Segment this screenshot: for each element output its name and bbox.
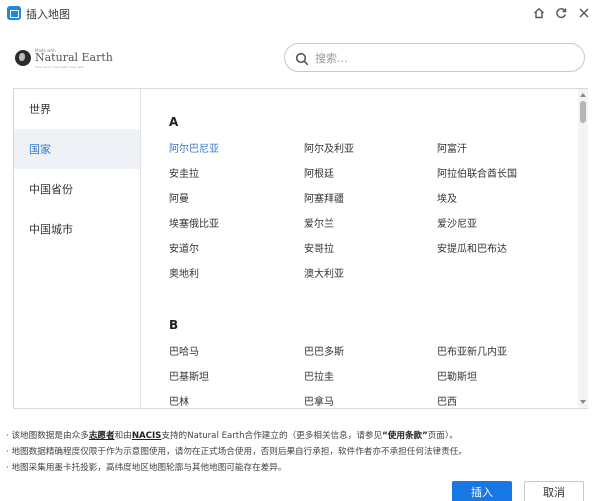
- scroll-up-arrow-icon[interactable]: [579, 91, 587, 99]
- country-item[interactable]: 安道尔: [169, 240, 199, 255]
- terms-of-use-link[interactable]: “使用条款”: [382, 431, 428, 441]
- globe-icon: [15, 50, 31, 66]
- note-text: · 该地图数据是由众多: [6, 431, 89, 441]
- app-icon: [7, 6, 21, 20]
- sidebar-item-china-cities[interactable]: 中国城市: [14, 209, 140, 249]
- search-box[interactable]: [284, 43, 585, 72]
- scroll-down-arrow-icon[interactable]: [579, 398, 587, 406]
- country-item[interactable]: 安提瓜和巴布达: [437, 240, 507, 255]
- country-item[interactable]: 巴巴多斯: [304, 343, 344, 358]
- note-text: 和由: [114, 431, 132, 441]
- refresh-icon[interactable]: [553, 5, 569, 21]
- category-sidebar: 世界 国家 中国省份 中国城市: [14, 89, 141, 408]
- close-icon[interactable]: [576, 5, 592, 21]
- sidebar-item-label: 国家: [29, 143, 51, 156]
- title-bar: 插入地图: [0, 0, 600, 26]
- note-line-3: · 地图采集用墨卡托投影，高纬度地区地图轮廓与其他地图可能存在差异。: [6, 463, 287, 473]
- volunteers-link[interactable]: 志愿者: [89, 431, 115, 441]
- country-item[interactable]: 安圭拉: [169, 165, 199, 180]
- country-item[interactable]: 巴哈马: [169, 343, 199, 358]
- sidebar-item-world[interactable]: 世界: [14, 89, 140, 129]
- country-item[interactable]: 奥地利: [169, 265, 199, 280]
- country-item[interactable]: 爱尔兰: [304, 215, 334, 230]
- country-item[interactable]: 巴西: [437, 393, 457, 408]
- window-title: 插入地图: [26, 8, 70, 21]
- country-item[interactable]: 阿拉伯联合酋长国: [437, 165, 517, 180]
- country-item[interactable]: 阿富汗: [437, 140, 467, 155]
- country-list: A 阿尔巴尼亚 阿尔及利亚 阿富汗 安圭拉 阿根廷 阿拉伯联合酋长国 阿曼 阿塞…: [142, 89, 577, 408]
- country-item[interactable]: 澳大利亚: [304, 265, 344, 280]
- country-item[interactable]: 安哥拉: [304, 240, 334, 255]
- logo-brand: Natural Earth: [35, 51, 113, 64]
- country-item[interactable]: 巴拉圭: [304, 368, 334, 383]
- country-item[interactable]: 爱沙尼亚: [437, 215, 477, 230]
- scroll-thumb[interactable]: [580, 101, 586, 123]
- country-item[interactable]: 埃及: [437, 190, 457, 205]
- note-text: 支持的Natural Earth合作建立的（更多相关信息，请参见: [161, 431, 383, 441]
- section-letter-b: B: [169, 318, 179, 332]
- search-icon: [295, 51, 309, 66]
- sidebar-item-china-provinces[interactable]: 中国省份: [14, 169, 140, 209]
- country-item[interactable]: 阿尔及利亚: [304, 140, 354, 155]
- country-item[interactable]: 阿尔巴尼亚: [169, 140, 219, 155]
- sidebar-item-countries[interactable]: 国家: [14, 129, 140, 169]
- country-item[interactable]: 阿根廷: [304, 165, 334, 180]
- country-item[interactable]: 巴拿马: [304, 393, 334, 408]
- country-item[interactable]: 巴布亚新几内亚: [437, 343, 507, 358]
- map-list-panel: 世界 国家 中国省份 中国城市 A 阿尔巴尼亚 阿尔及利亚 阿富汗 安圭拉 阿根…: [13, 88, 588, 409]
- insert-button[interactable]: 插入: [452, 481, 512, 501]
- disclaimer-notes: · 该地图数据是由众多志愿者和由NACIS支持的Natural Earth合作建…: [6, 428, 596, 476]
- logo-tagline: Free vector and raster map data: [35, 65, 84, 69]
- country-item[interactable]: 阿曼: [169, 190, 189, 205]
- country-item[interactable]: 巴林: [169, 393, 189, 408]
- country-item[interactable]: 巴勒斯坦: [437, 368, 477, 383]
- note-line-2: · 地图数据精确程度仅限于作为示意图使用，请勿在正式场合使用，否则后果自行承担，…: [6, 447, 467, 457]
- note-text: 页面）。: [427, 431, 458, 441]
- country-item[interactable]: 巴基斯坦: [169, 368, 209, 383]
- country-item[interactable]: 阿塞拜疆: [304, 190, 344, 205]
- nacis-link[interactable]: NACIS: [132, 431, 162, 441]
- list-scrollbar[interactable]: [578, 89, 588, 408]
- cancel-button[interactable]: 取消: [524, 481, 584, 501]
- home-icon[interactable]: [531, 5, 547, 21]
- sidebar-item-label: 中国省份: [29, 183, 73, 196]
- note-line-1: · 该地图数据是由众多志愿者和由NACIS支持的Natural Earth合作建…: [6, 428, 596, 444]
- country-item[interactable]: 埃塞俄比亚: [169, 215, 219, 230]
- sidebar-item-label: 世界: [29, 103, 51, 116]
- sidebar-item-label: 中国城市: [29, 223, 73, 236]
- search-input[interactable]: [315, 49, 570, 67]
- natural-earth-logo: Made with Natural Earth Free vector and …: [15, 48, 113, 70]
- section-letter-a: A: [169, 115, 179, 129]
